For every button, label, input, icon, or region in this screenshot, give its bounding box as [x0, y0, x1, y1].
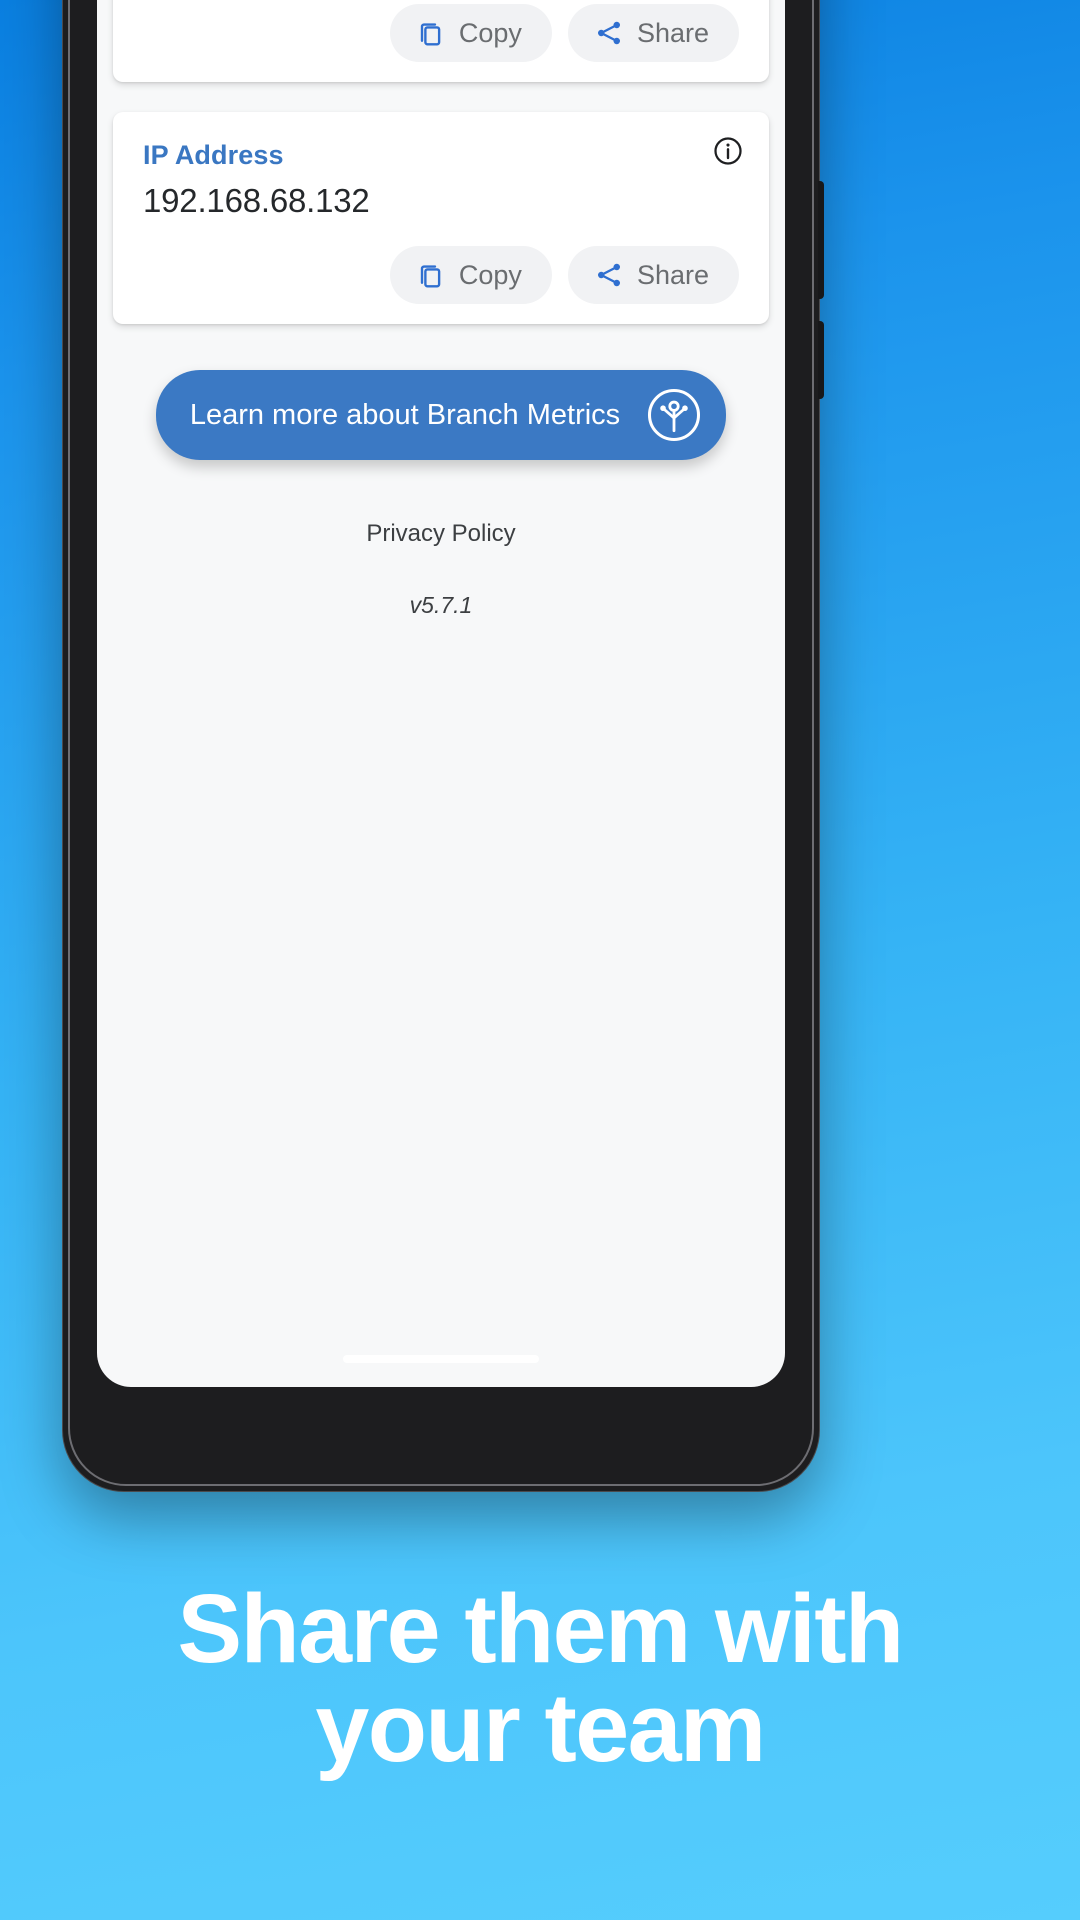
copy-button[interactable]: Copy — [389, 246, 552, 305]
app-scroll-container[interactable]: 620f1f1e-5f74-445b-b43c-08b3599e7a09 Res… — [97, 0, 785, 1319]
share-button[interactable]: Share — [567, 246, 739, 305]
branch-logo-icon — [648, 389, 701, 442]
promo-headline-line1: Share them with — [177, 1574, 904, 1683]
power-button[interactable] — [818, 181, 824, 299]
phone-screen: 620f1f1e-5f74-445b-b43c-08b3599e7a09 Res… — [97, 0, 785, 1387]
learn-more-branch-metrics-button[interactable]: Learn more about Branch Metrics — [155, 370, 727, 461]
privacy-policy-link[interactable]: Privacy Policy — [97, 520, 785, 548]
learn-more-button-label: Learn more about Branch Metrics — [189, 398, 621, 431]
promo-headline-line2: your team — [315, 1672, 766, 1782]
copy-icon — [420, 23, 441, 46]
gesture-navigation-bar[interactable] — [343, 1355, 539, 1363]
volume-button[interactable] — [818, 321, 824, 399]
share-button-label: Share — [636, 259, 709, 290]
promo-headline: Share them with your team — [0, 1574, 1080, 1782]
share-button[interactable]: Share — [567, 4, 739, 63]
info-icon[interactable] — [713, 136, 743, 166]
cta-container: Learn more about Branch Metrics — [97, 370, 785, 461]
card-ip-address-actions: Copy Share — [143, 246, 739, 305]
screenshot-stage: 620f1f1e-5f74-445b-b43c-08b3599e7a09 Res… — [0, 0, 1080, 1920]
copy-button-label: Copy — [458, 259, 522, 290]
card-android-id: Android ID 236a470fd6d82042 Copy — [113, 0, 769, 83]
card-ip-address: IP Address 192.168.68.132 Copy Share — [113, 112, 769, 325]
card-ip-address-label: IP Address — [143, 140, 284, 171]
share-icon — [597, 22, 620, 45]
share-icon — [597, 264, 620, 287]
share-button-label: Share — [636, 17, 709, 48]
card-ip-address-value: 192.168.68.132 — [143, 181, 370, 219]
copy-button-label: Copy — [458, 17, 522, 48]
copy-icon — [420, 265, 441, 288]
phone-device-frame: 620f1f1e-5f74-445b-b43c-08b3599e7a09 Res… — [62, 0, 824, 1492]
app-version-label: v5.7.1 — [409, 592, 473, 619]
copy-button[interactable]: Copy — [389, 4, 552, 63]
card-android-id-actions: Copy Share — [143, 4, 739, 63]
